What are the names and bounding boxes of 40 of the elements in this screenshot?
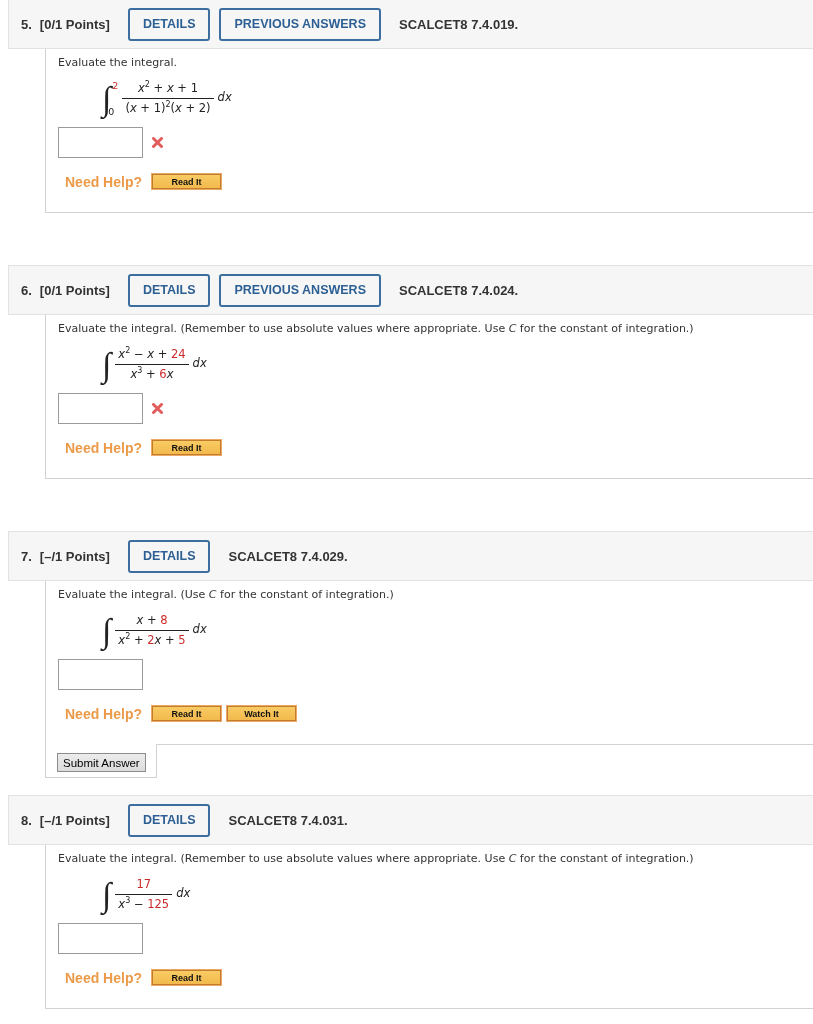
need-help-label: Need Help? xyxy=(65,173,142,190)
question-number: 5. xyxy=(21,16,32,32)
read-it-button[interactable]: Read It xyxy=(151,439,222,456)
integral-expression: ∫2 0 x$^{2}$ + x + 1 (x + 1)$^{2}$(x + 2) dx xyxy=(99,80,232,120)
need-help-label: Need Help? xyxy=(65,969,142,986)
answer-input[interactable] xyxy=(58,393,143,424)
problem-code: SCALCET8 7.4.029. xyxy=(228,548,348,564)
question-prompt: Evaluate the integral. (Remember to use absolute values where appropriate. Use C for the constant of integration.) xyxy=(58,321,695,337)
details-button[interactable]: DETAILS xyxy=(127,7,211,41)
question-prompt: Evaluate the integral. xyxy=(58,55,178,71)
previous-answers-button[interactable]: PREVIOUS ANSWERS xyxy=(219,273,381,307)
integral-expression: ∫ 17 x$^{3}$ − 125 dx xyxy=(99,876,191,916)
question-prompt: Evaluate the integral. (Use C for the constant of integration.) xyxy=(58,587,395,603)
answer-input[interactable] xyxy=(58,659,143,690)
question-number: 6. xyxy=(21,282,32,298)
points-label: [0/1 Points] xyxy=(39,282,110,298)
need-help-label: Need Help? xyxy=(65,705,142,722)
integral-expression: ∫ x + 8 x$^{2}$ + 2x + 5 dx xyxy=(99,612,207,652)
points-label: [–/1 Points] xyxy=(39,548,110,564)
read-it-button[interactable]: Read It xyxy=(151,969,222,986)
read-it-button[interactable]: Read It xyxy=(151,705,222,722)
details-button[interactable]: DETAILS xyxy=(127,803,211,837)
previous-answers-button[interactable]: PREVIOUS ANSWERS xyxy=(219,7,381,41)
question-number: 8. xyxy=(21,812,32,828)
points-label: [0/1 Points] xyxy=(39,16,110,32)
need-help-label: Need Help? xyxy=(65,439,142,456)
read-it-button[interactable]: Read It xyxy=(151,173,222,190)
question-prompt: Evaluate the integral. (Remember to use absolute values where appropriate. Use C for the constant of integration.) xyxy=(58,851,695,867)
watch-it-button[interactable]: Watch It xyxy=(226,705,297,722)
answer-input[interactable] xyxy=(58,127,143,158)
question-number: 7. xyxy=(21,548,32,564)
problem-code: SCALCET8 7.4.031. xyxy=(228,812,348,828)
submit-button[interactable]: Submit Answer xyxy=(57,753,146,772)
details-button[interactable]: DETAILS xyxy=(127,539,211,573)
points-label: [–/1 Points] xyxy=(39,812,110,828)
integral-expression: ∫ x$^{2}$ − x + 24 x$^{3}$ + 6x dx xyxy=(99,346,207,386)
problem-code: SCALCET8 7.4.019. xyxy=(399,16,519,32)
answer-input[interactable] xyxy=(58,923,143,954)
details-button[interactable]: DETAILS xyxy=(127,273,211,307)
problem-code: SCALCET8 7.4.024. xyxy=(399,282,519,298)
